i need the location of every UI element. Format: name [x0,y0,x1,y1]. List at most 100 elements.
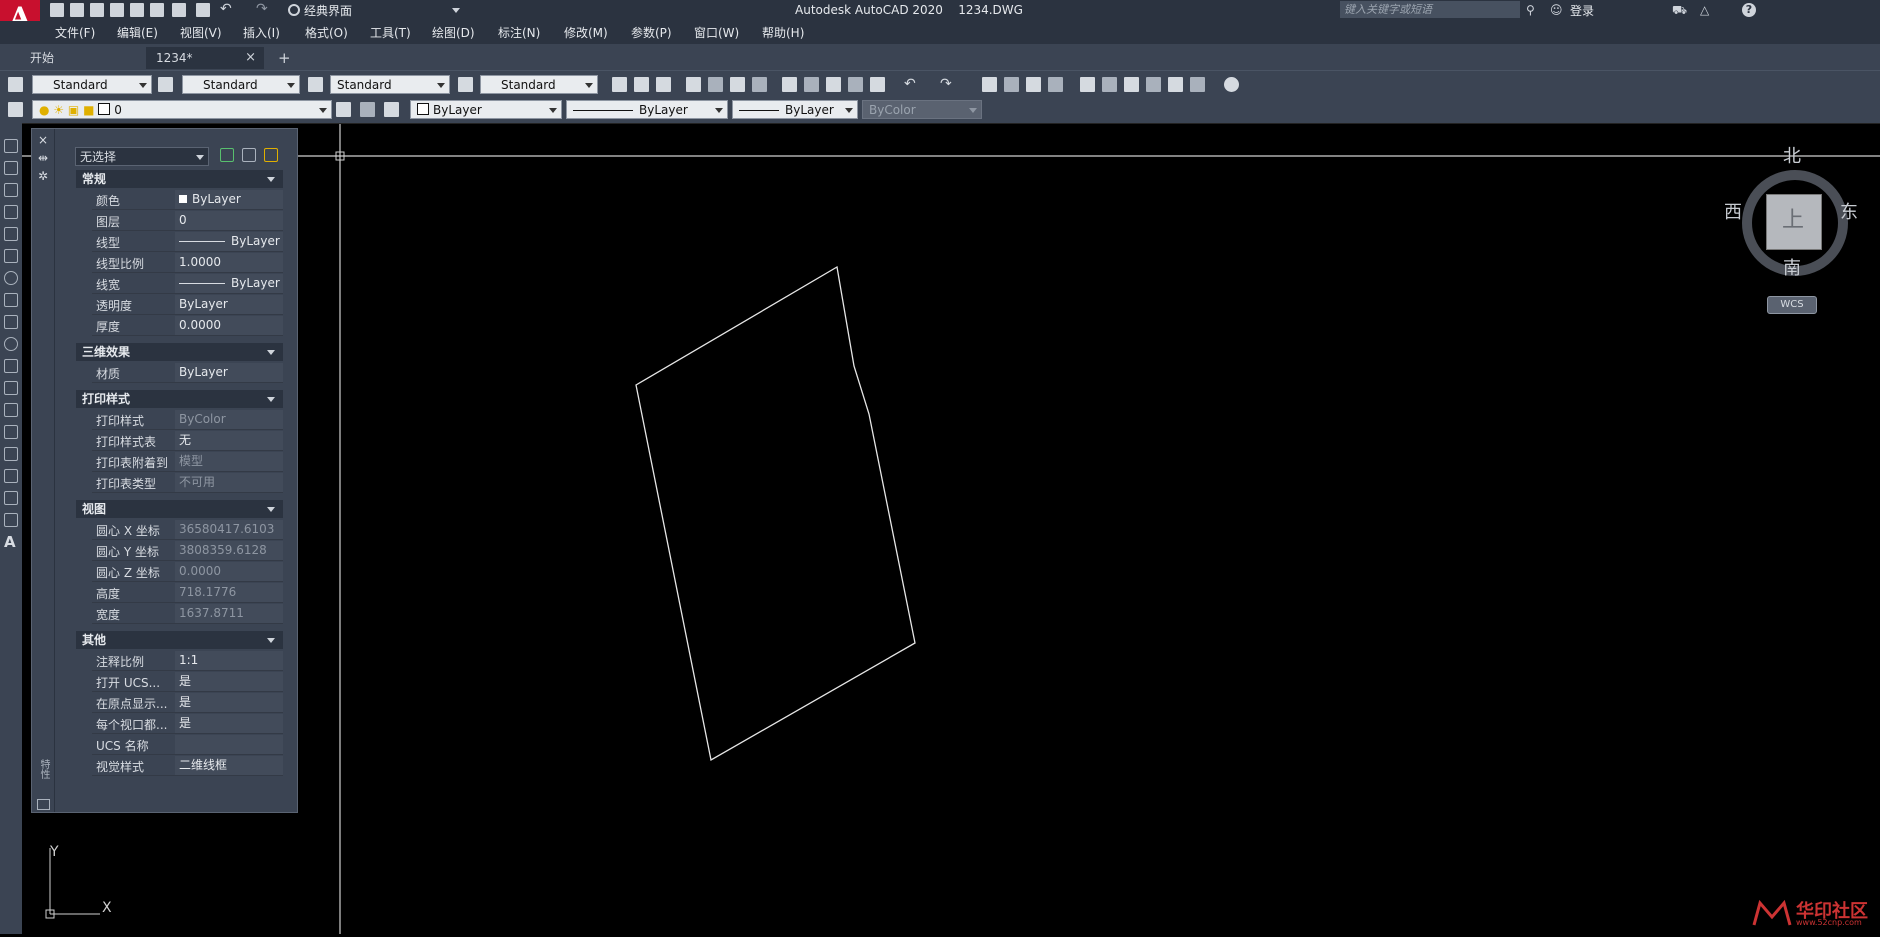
property-value[interactable]: ByLayer [175,274,283,293]
arc-icon[interactable] [4,249,18,263]
menu-parametric[interactable]: 参数(P) [631,24,672,41]
hatch-icon[interactable] [4,447,18,461]
revcloud-icon[interactable] [4,293,18,307]
redo-icon[interactable]: ↷ [940,77,955,92]
dim-style-select[interactable]: Standard [182,75,300,94]
close-icon[interactable]: × [245,47,256,69]
property-value[interactable]: 0 [175,211,283,230]
undo-icon[interactable]: ↶ [904,77,919,92]
property-value[interactable]: 无 [175,431,283,450]
markup-icon[interactable] [1168,77,1183,92]
section-header[interactable]: 视图 [76,500,283,518]
new-file-icon[interactable] [50,3,64,17]
palette-settings-icon[interactable]: ✲ [37,170,49,182]
cut-icon[interactable] [782,77,797,92]
spline-icon[interactable] [4,315,18,329]
section-header[interactable]: 常规 [76,170,283,188]
make-current-icon[interactable] [336,102,351,117]
property-value[interactable]: 0.0000 [175,316,283,335]
add-selected-icon[interactable] [4,557,18,571]
menu-window[interactable]: 窗口(W) [694,24,739,41]
plot-icon[interactable] [686,77,701,92]
palette-menu-icon[interactable] [37,799,50,810]
publish-icon[interactable] [196,3,210,17]
table-style-select[interactable]: Standard [330,75,450,94]
menu-format[interactable]: 格式(O) [305,24,348,41]
select-objects-icon[interactable] [242,148,256,162]
quick-select-icon[interactable] [264,148,278,162]
search-input[interactable]: 键入关键字或短语 [1340,1,1520,18]
lineweight-select[interactable]: ByLayer [732,100,858,119]
help-icon[interactable] [1224,77,1239,92]
rectangle-icon[interactable] [4,227,18,241]
property-value[interactable]: 是 [175,714,283,733]
property-value[interactable]: ByLayer [175,295,283,314]
redo-icon[interactable]: ↷ [256,2,270,17]
circle-icon[interactable] [4,271,18,285]
section-header[interactable]: 其他 [76,631,283,649]
insert-block-icon[interactable] [4,381,18,395]
autohide-icon[interactable]: ⇹ [37,152,49,164]
paste-icon[interactable] [826,77,841,92]
ellipse-icon[interactable] [4,337,18,351]
drawing-canvas[interactable]: Y X [22,124,1880,934]
save-icon[interactable] [90,3,104,17]
save-icon[interactable] [656,77,671,92]
open-file-icon[interactable] [70,3,84,17]
table-icon[interactable] [4,513,18,527]
publish-icon[interactable] [730,77,745,92]
menu-modify[interactable]: 修改(M) [564,24,608,41]
compass-south[interactable]: 南 [1783,254,1801,280]
binoculars-icon[interactable]: ⚲ [1526,3,1540,17]
menu-insert[interactable]: 插入(I) [243,24,280,41]
menu-edit[interactable]: 编辑(E) [117,24,158,41]
viewcube[interactable]: 上 北 南 东 西 [1724,146,1858,279]
menu-view[interactable]: 视图(V) [180,24,222,41]
save-as-icon[interactable] [110,3,124,17]
polyline-shape[interactable] [635,265,916,762]
property-value[interactable] [175,735,283,754]
property-value[interactable]: ByLayer [175,190,283,209]
table-style-icon[interactable] [308,77,323,92]
login-button[interactable]: 登录 [1570,2,1594,19]
property-value[interactable]: ByLayer [175,232,283,251]
property-value[interactable]: 是 [175,693,283,712]
3d-print-icon[interactable] [752,77,767,92]
polygon-icon[interactable] [4,205,18,219]
layer-state-icon[interactable] [384,102,399,117]
property-value[interactable]: 是 [175,672,283,691]
menu-draw[interactable]: 绘图(D) [432,24,475,41]
color-select[interactable]: ByLayer [410,100,562,119]
compass-north[interactable]: 北 [1783,142,1801,168]
make-block-icon[interactable] [4,403,18,417]
zoom-window-icon[interactable] [1026,77,1041,92]
tool-palettes-icon[interactable] [1124,77,1139,92]
polyline-icon[interactable] [4,183,18,197]
help-icon[interactable]: ? [1742,3,1756,17]
pan-icon[interactable] [982,77,997,92]
zoom-realtime-icon[interactable] [1004,77,1019,92]
mleader-style-select[interactable]: Standard [480,75,598,94]
menu-dimension[interactable]: 标注(N) [498,24,540,41]
tab-drawing[interactable]: 1234* × [146,47,264,69]
gradient-icon[interactable] [4,469,18,483]
layer-select[interactable]: ● ☀ ▣ ■ 0 [32,100,332,119]
section-header[interactable]: 打印样式 [76,390,283,408]
point-icon[interactable] [4,425,18,439]
line-tool-icon[interactable] [4,139,18,153]
compass-east[interactable]: 东 [1840,198,1858,224]
new-icon[interactable] [612,77,627,92]
plot-icon[interactable] [172,3,186,17]
layer-properties-icon[interactable] [8,102,23,117]
menu-file[interactable]: 文件(F) [55,24,95,41]
property-value[interactable]: 1.0000 [175,253,283,272]
menu-tools[interactable]: 工具(T) [370,24,411,41]
construction-line-icon[interactable] [4,161,18,175]
wcs-menu-button[interactable]: WCS [1767,296,1817,314]
property-value[interactable]: 1:1 [175,651,283,670]
mleader-style-icon[interactable] [458,77,473,92]
menu-help[interactable]: 帮助(H) [762,24,804,41]
layer-previous-icon[interactable] [360,102,375,117]
tab-start[interactable]: 开始 [20,47,145,69]
linetype-select[interactable]: ByLayer [566,100,728,119]
